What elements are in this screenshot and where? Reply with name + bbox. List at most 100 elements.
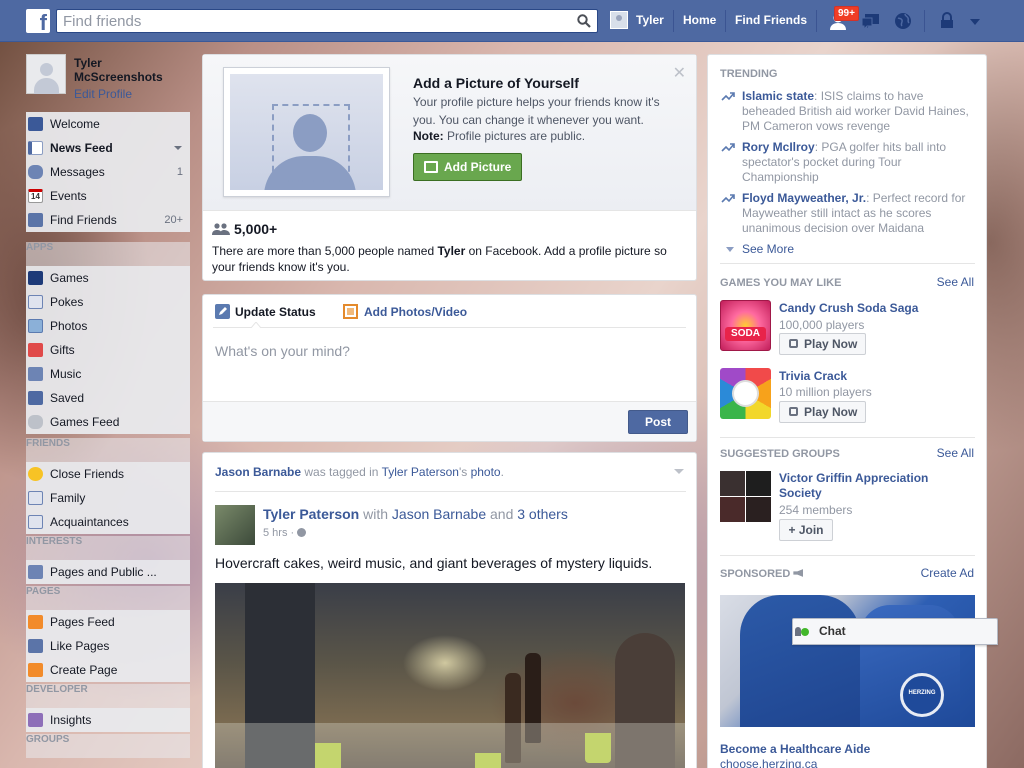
sidebar-item-label: Acquaintances (50, 515, 129, 529)
privacy-shortcuts-button[interactable] (936, 10, 958, 32)
sidebar-item-photos[interactable]: Photos (26, 314, 190, 338)
chevron-down-icon[interactable] (674, 469, 684, 474)
sidebar-item-label: Events (50, 189, 87, 203)
right-column: TRENDING Islamic state: ISIS claims to h… (707, 54, 987, 768)
account-settings-button[interactable] (964, 10, 986, 32)
sidebar-item-saved[interactable]: Saved (26, 386, 190, 410)
game-name-link[interactable]: Candy Crush Soda Saga (779, 301, 918, 315)
sidebar-item-find-friends[interactable]: Find Friends 20+ (26, 208, 190, 232)
author-avatar[interactable] (215, 505, 255, 545)
story-photo[interactable] (215, 583, 685, 768)
sidebar-item-create-page[interactable]: Create Page (26, 658, 190, 682)
avatar[interactable] (610, 11, 628, 29)
search-button[interactable] (571, 10, 597, 32)
sidebar-item-games[interactable]: Games (26, 266, 190, 290)
author-link[interactable]: Tyler Paterson (263, 506, 359, 522)
sidebar-item-messages[interactable]: Messages 1 (26, 160, 190, 184)
find-friends-link[interactable]: Find Friends (735, 13, 807, 27)
with-person-link[interactable]: Jason Barnabe (392, 506, 486, 522)
add-picture-title: Add a Picture of Yourself (413, 75, 579, 91)
tagger-link[interactable]: Jason Barnabe (215, 465, 301, 479)
add-picture-button[interactable]: Add Picture (413, 153, 522, 181)
trivia-crack-face-icon (732, 380, 759, 407)
group-photo-grid[interactable] (720, 471, 771, 522)
sidebar-item-like-pages[interactable]: Like Pages (26, 634, 190, 658)
sidebar-item-games-feed[interactable]: Games Feed (26, 410, 190, 434)
owner-link[interactable]: Tyler Paterson (382, 465, 459, 479)
status-input[interactable]: What's on your mind? (215, 343, 350, 359)
sidebar-item-close-friends[interactable]: Close Friends (26, 462, 190, 486)
sidebar-item-label: Pages and Public ... (50, 565, 157, 579)
play-now-button[interactable]: Play Now (779, 401, 866, 423)
sidebar-item-welcome[interactable]: Welcome (26, 112, 190, 136)
create-ad-link[interactable]: Create Ad (921, 566, 974, 580)
active-tab-pointer (251, 322, 261, 328)
profile-picture[interactable] (26, 54, 66, 94)
group-name-link[interactable]: Victor Griffin Appreciation Society (779, 471, 959, 501)
search-icon (577, 14, 591, 28)
trending-header: TRENDING (720, 68, 778, 80)
sidebar-item-pokes[interactable]: Pokes (26, 290, 190, 314)
ad-image[interactable]: HERZING (720, 595, 975, 727)
trend-item[interactable]: Rory McIlroy: PGA golfer hits ball into … (720, 140, 975, 185)
ad-title-link[interactable]: Become a Healthcare Aide (720, 742, 870, 756)
game-name-link[interactable]: Trivia Crack (779, 369, 847, 383)
family-house-icon (28, 491, 43, 505)
sidebar-item-label: Pokes (50, 295, 84, 309)
sidebar-item-pages-and-public[interactable]: Pages and Public ... (26, 560, 190, 584)
game-controller-icon (789, 339, 798, 348)
sidebar-item-acquaintances[interactable]: Acquaintances (26, 510, 190, 534)
play-now-button[interactable]: Play Now (779, 333, 866, 355)
music-icon (28, 367, 43, 381)
games-header: GAMES YOU MAY LIKE (720, 277, 842, 289)
see-all-games-link[interactable]: See All (937, 275, 974, 289)
chat-tab[interactable]: Chat (792, 618, 998, 645)
search-box (56, 9, 598, 33)
profile-picture-placeholder[interactable] (223, 67, 390, 197)
others-link[interactable]: 3 others (517, 506, 568, 522)
photos-icon (28, 319, 43, 333)
photo-link[interactable]: photo (471, 465, 501, 479)
home-link[interactable]: Home (683, 13, 716, 27)
candy-crush-game-icon[interactable]: SODA (720, 300, 771, 351)
trend-item[interactable]: Floyd Mayweather, Jr.: Perfect record fo… (720, 191, 975, 236)
sidebar-item-events[interactable]: 14 Events (26, 184, 190, 208)
friends-section: Close Friends Family Acquaintances (26, 462, 190, 534)
sidebar-item-pages-feed[interactable]: Pages Feed (26, 610, 190, 634)
messages-icon (28, 165, 43, 179)
crop-box (272, 104, 350, 182)
interests-section: Pages and Public ... (26, 560, 190, 584)
edit-profile-link[interactable]: Edit Profile (74, 87, 132, 101)
trivia-crack-game-icon[interactable] (720, 368, 771, 419)
apps-header: APPS (26, 242, 190, 266)
see-more-trending-link[interactable]: See More (720, 242, 794, 256)
timestamp[interactable]: 5 hrs · (263, 527, 307, 539)
search-input[interactable] (57, 10, 557, 32)
trend-item[interactable]: Islamic state: ISIS claims to have behea… (720, 89, 975, 134)
sidebar-item-insights[interactable]: Insights (26, 708, 190, 732)
pages-section: Pages Feed Like Pages Create Page (26, 610, 190, 682)
sidebar-item-label: Pages Feed (50, 615, 115, 629)
profile-name[interactable]: Tyler McScreenshots (74, 56, 189, 84)
tab-add-photos[interactable]: Add Photos/Video (343, 304, 467, 319)
notifications-button[interactable] (892, 10, 914, 32)
pokes-icon (28, 295, 43, 309)
tab-update-status[interactable]: Update Status (215, 304, 316, 319)
see-all-groups-link[interactable]: See All (937, 446, 974, 460)
create-page-plus-icon (28, 663, 43, 677)
sidebar-item-gifts[interactable]: Gifts (26, 338, 190, 362)
megaphone-icon (793, 569, 804, 577)
join-group-button[interactable]: + Join (779, 519, 833, 541)
facebook-logo-icon[interactable]: f (26, 9, 50, 33)
divider (725, 10, 726, 32)
ad-url-link[interactable]: choose.herzing.ca (720, 757, 817, 768)
messages-button[interactable] (860, 10, 882, 32)
post-button[interactable]: Post (628, 410, 688, 434)
sidebar-item-music[interactable]: Music (26, 362, 190, 386)
close-icon[interactable]: ✕ (673, 63, 686, 83)
chevron-down-icon[interactable] (174, 146, 182, 150)
people-description: There are more than 5,000 people named T… (212, 244, 667, 274)
profile-link[interactable]: Tyler (636, 13, 664, 27)
sidebar-item-news-feed[interactable]: News Feed (26, 136, 190, 160)
sidebar-item-family[interactable]: Family (26, 486, 190, 510)
